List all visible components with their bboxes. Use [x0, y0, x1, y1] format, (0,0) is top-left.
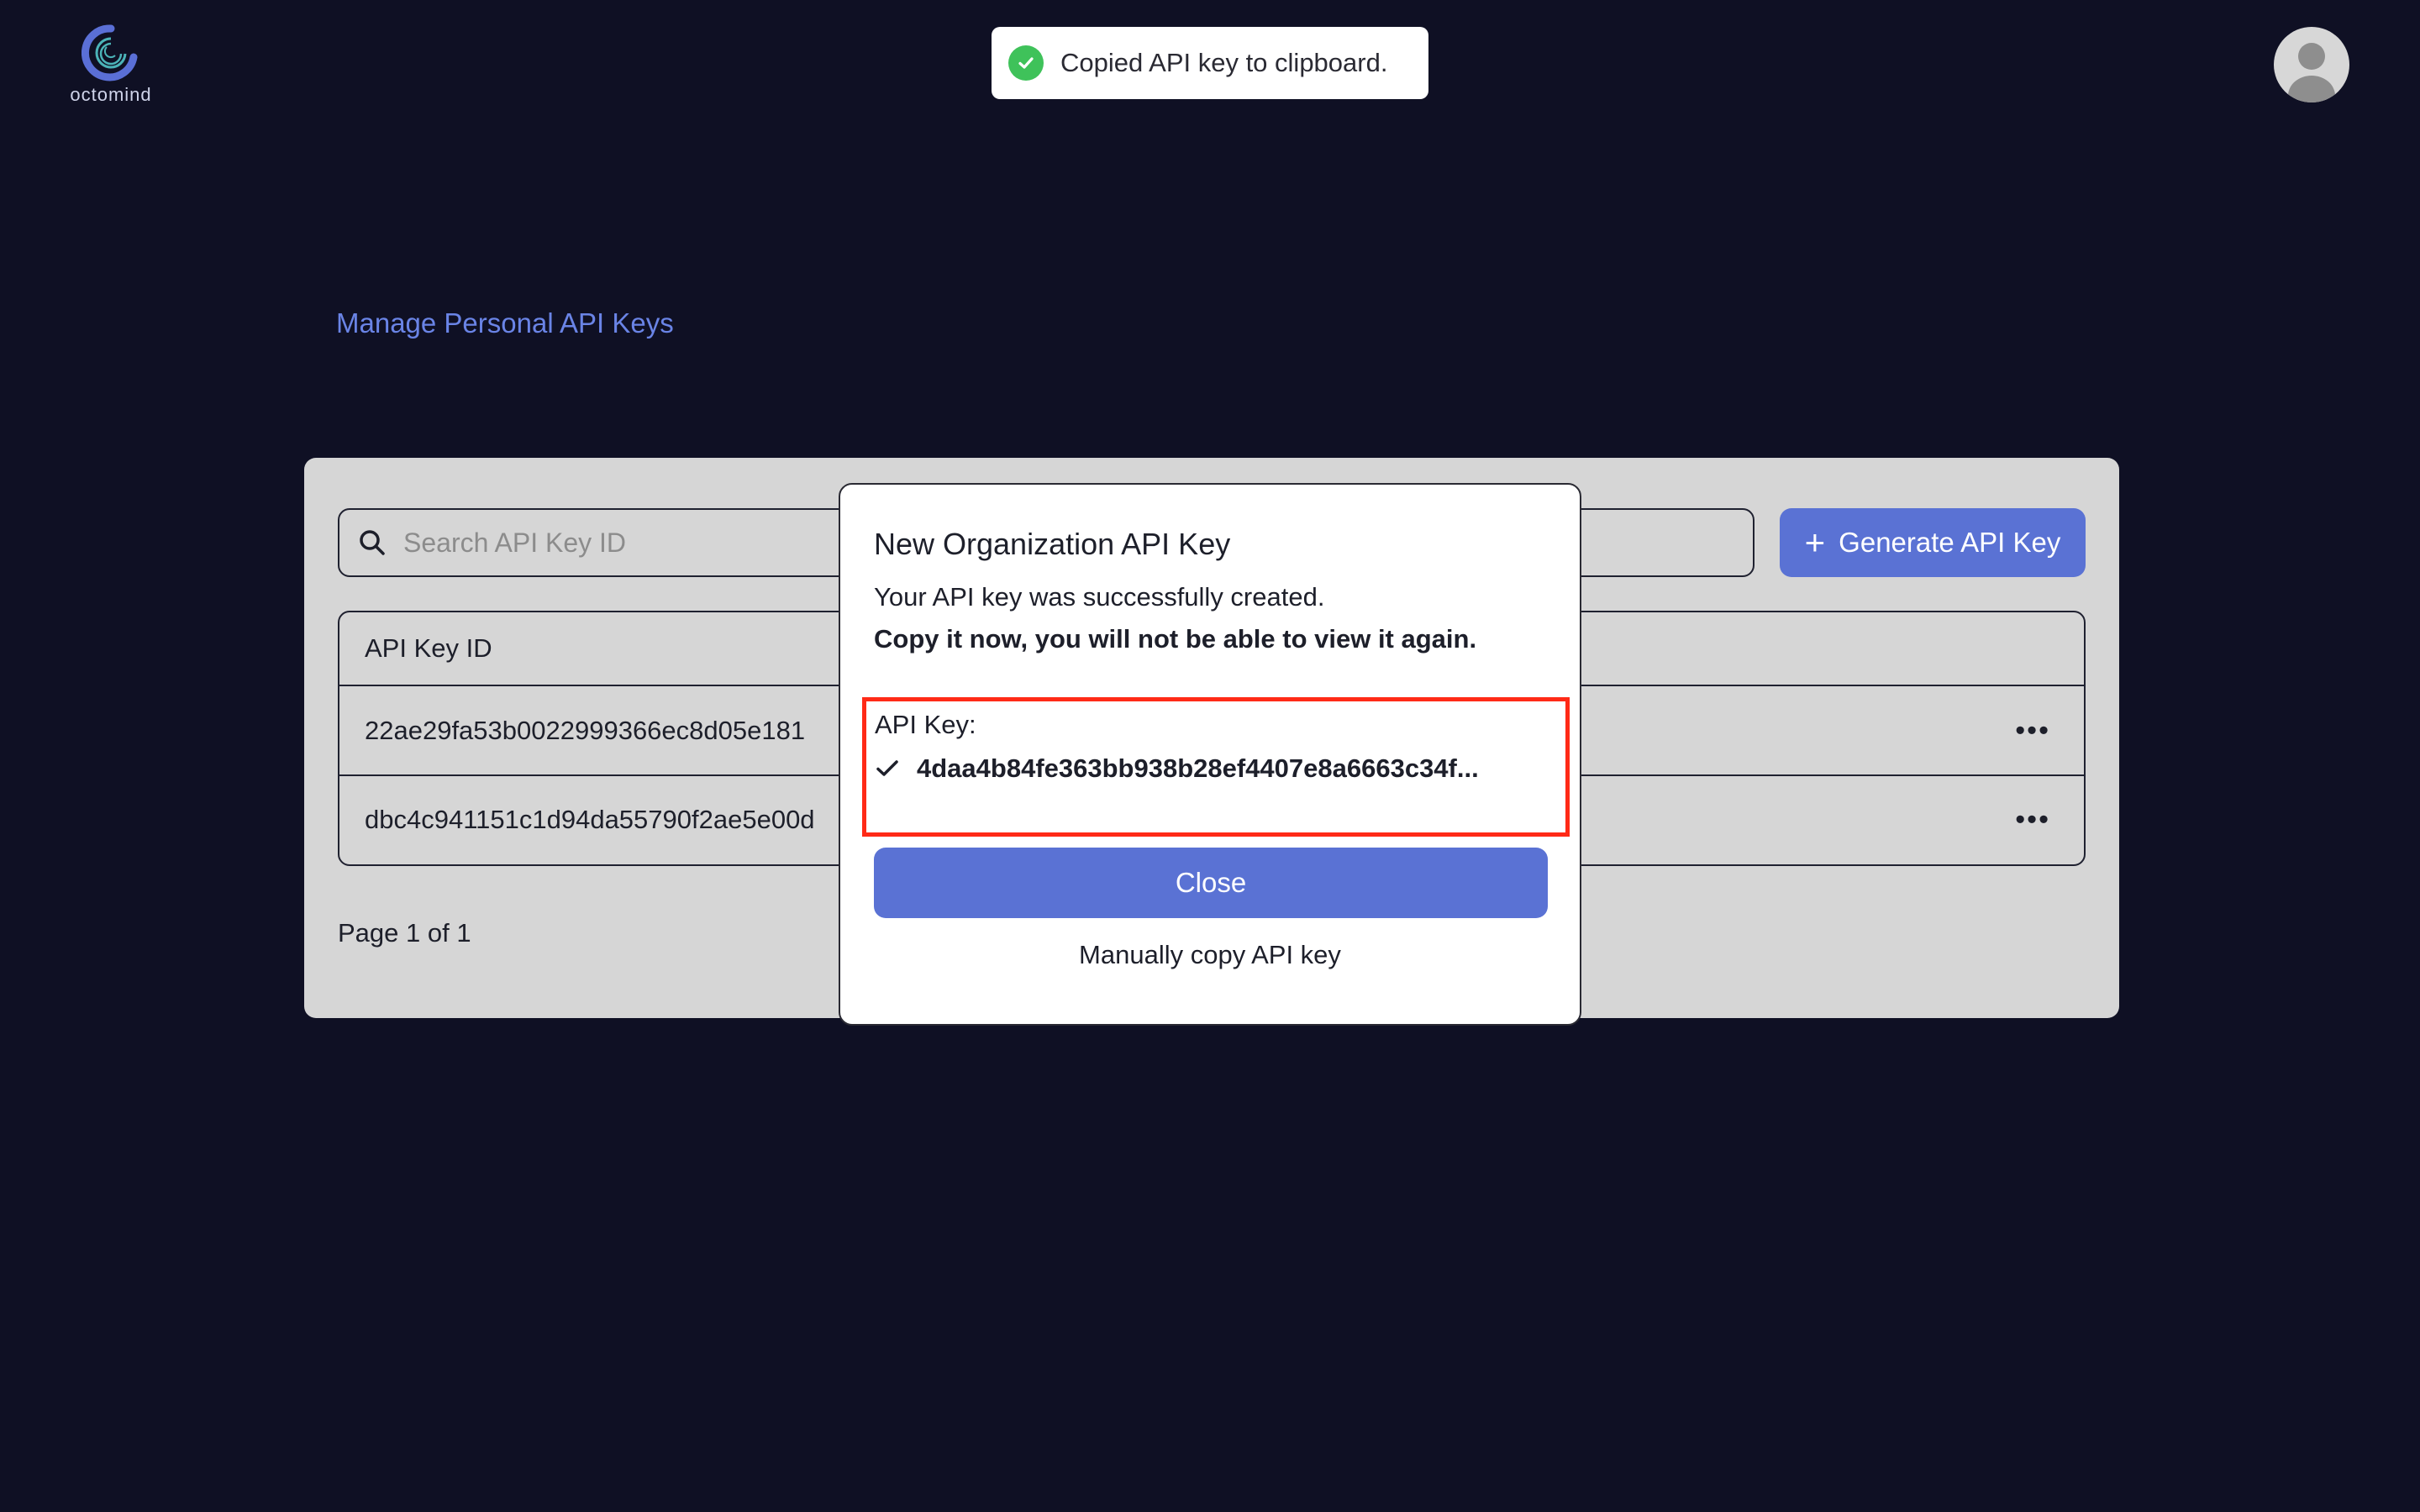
dialog-title: New Organization API Key	[874, 527, 1231, 561]
api-key-value[interactable]: 4daa4b84fe363bb938b28ef4407e8a6663c34f..…	[917, 753, 1530, 784]
pagination-label: Page 1 of 1	[338, 918, 471, 948]
check-icon	[876, 760, 898, 776]
api-key-label: API Key:	[875, 710, 976, 739]
toast-notification: Copied API key to clipboard.	[992, 27, 1428, 99]
manually-copy-link[interactable]: Manually copy API key	[840, 940, 1580, 970]
dialog-message: Your API key was successfully created.	[874, 582, 1325, 612]
check-circle-icon	[1008, 45, 1044, 81]
search-icon	[360, 530, 385, 555]
api-key-id-cell: 22ae29fa53b0022999366ec8d05e181	[365, 715, 806, 745]
row-actions-icon[interactable]: •••	[2015, 803, 2050, 836]
api-key-id-cell: dbc4c941151c1d94da55790f2ae5e00d	[365, 804, 815, 834]
api-key-box[interactable]: API Key: 4daa4b84fe363bb938b28ef4407e8a6…	[862, 697, 1570, 837]
octomind-logo-icon	[82, 24, 138, 81]
api-key-value-row[interactable]: 4daa4b84fe363bb938b28ef4407e8a6663c34f..…	[875, 753, 1530, 784]
column-header-api-key-id: API Key ID	[365, 633, 492, 663]
user-avatar-icon[interactable]	[2274, 27, 2349, 102]
brand-logo[interactable]: octomind	[67, 24, 155, 106]
generate-api-key-button[interactable]: + Generate API Key	[1780, 508, 2086, 577]
plus-icon: +	[1804, 522, 1826, 562]
brand-name: octomind	[70, 84, 152, 105]
generate-api-key-label: Generate API Key	[1839, 527, 2061, 558]
close-button[interactable]: Close	[874, 848, 1548, 918]
page: octomind Copied API key to clipboard. Ma…	[0, 0, 2420, 1512]
toast-message: Copied API key to clipboard.	[1060, 48, 1388, 77]
dialog-warning: Copy it now, you will not be able to vie…	[874, 624, 1477, 654]
row-actions-icon[interactable]: •••	[2015, 714, 2050, 747]
page-title[interactable]: Manage Personal API Keys	[336, 307, 674, 339]
new-api-key-dialog: New Organization API Key Your API key wa…	[839, 483, 1581, 1026]
